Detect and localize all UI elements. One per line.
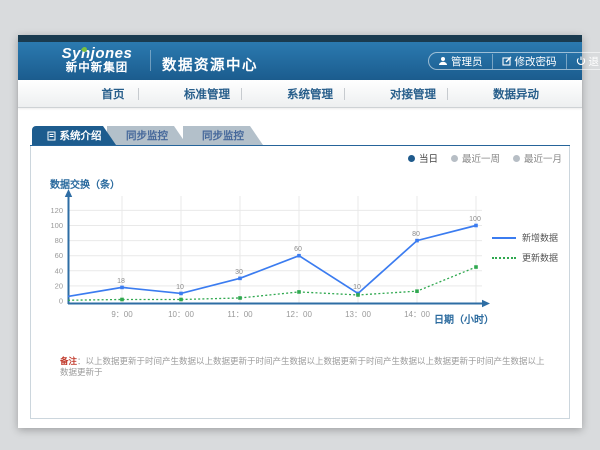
legend-item-updated-data: 更新数据 <box>492 251 558 264</box>
chart-legend: 新增数据 更新数据 <box>492 231 558 264</box>
document-icon <box>47 131 56 141</box>
filter-label: 最近一周 <box>462 151 500 165</box>
radio-dot-icon <box>451 155 458 162</box>
company-logo: Synjones 新中新集团 <box>52 46 142 75</box>
logout-label: 退出 <box>589 54 600 69</box>
legend-label: 更新数据 <box>522 251 558 264</box>
legend-label: 新增数据 <box>522 231 558 244</box>
filter-last-week[interactable]: 最近一周 <box>451 151 500 165</box>
user-menu: 管理员 修改密码 退出 <box>428 52 600 70</box>
footnote-label: 备注 <box>60 356 77 366</box>
nav-item-standard-mgmt[interactable]: 标准管理 <box>173 86 241 102</box>
user-icon <box>438 56 448 66</box>
nav-separator <box>241 88 242 100</box>
change-password-button[interactable]: 修改密码 <box>492 54 566 69</box>
logo-text-cn: 新中新集团 <box>52 62 142 75</box>
user-menu-admin[interactable]: 管理员 <box>429 54 492 69</box>
tab-sync-monitor-2[interactable]: 同步监控 <box>183 126 263 145</box>
power-icon <box>576 56 586 66</box>
nav-separator <box>447 88 448 100</box>
filter-label: 当日 <box>419 151 438 165</box>
radio-dot-icon <box>513 155 520 162</box>
footnote: 备注：以上数据更新于时间产生数据以上数据更新于时间产生数据以上数据更新于时间产生… <box>60 356 550 378</box>
y-axis-title: 数据交换（条） <box>50 176 120 191</box>
legend-item-new-data: 新增数据 <box>492 231 558 244</box>
page-title: 数据资源中心 <box>162 54 258 75</box>
tab-label: 同步监控 <box>202 128 244 143</box>
nav-item-interface-mgmt[interactable]: 对接管理 <box>379 86 447 102</box>
window-top-strip <box>18 35 582 42</box>
footnote-text: ：以上数据更新于时间产生数据以上数据更新于时间产生数据以上数据更新于时间产生数据… <box>60 356 545 377</box>
nav-item-system-mgmt[interactable]: 系统管理 <box>276 86 344 102</box>
main-nav: 首页 标准管理 系统管理 对接管理 数据异动 <box>18 80 582 108</box>
filter-label: 最近一月 <box>524 151 562 165</box>
desktop-background: Synjones 新中新集团 数据资源中心 管理员 修改密码 退出 首页 标准管… <box>0 0 600 450</box>
filter-last-month[interactable]: 最近一月 <box>513 151 562 165</box>
tab-sync-monitor-1[interactable]: 同步监控 <box>107 126 187 145</box>
dotted-line-swatch <box>492 257 516 259</box>
range-filter-group: 当日 最近一周 最近一月 <box>408 151 562 165</box>
solid-line-swatch <box>492 237 516 239</box>
tab-system-intro[interactable]: 系统介绍 <box>32 126 116 145</box>
logo-text-en: Synjones <box>52 46 142 62</box>
header-divider <box>150 50 151 71</box>
nav-separator <box>138 88 139 100</box>
tab-bar: 系统介绍 同步监控 同步监控 <box>32 126 263 145</box>
edit-icon <box>502 56 512 66</box>
user-menu-admin-label: 管理员 <box>451 54 483 69</box>
change-password-label: 修改密码 <box>515 54 557 69</box>
tab-label: 系统介绍 <box>60 128 102 143</box>
nav-separator <box>344 88 345 100</box>
radio-dot-icon <box>408 155 415 162</box>
tab-label: 同步监控 <box>126 128 168 143</box>
nav-item-data-change[interactable]: 数据异动 <box>482 86 550 102</box>
nav-item-home[interactable]: 首页 <box>88 86 138 102</box>
x-axis-title: 日期（小时） <box>434 311 494 326</box>
logout-button[interactable]: 退出 <box>566 54 600 69</box>
filter-today[interactable]: 当日 <box>408 151 438 165</box>
